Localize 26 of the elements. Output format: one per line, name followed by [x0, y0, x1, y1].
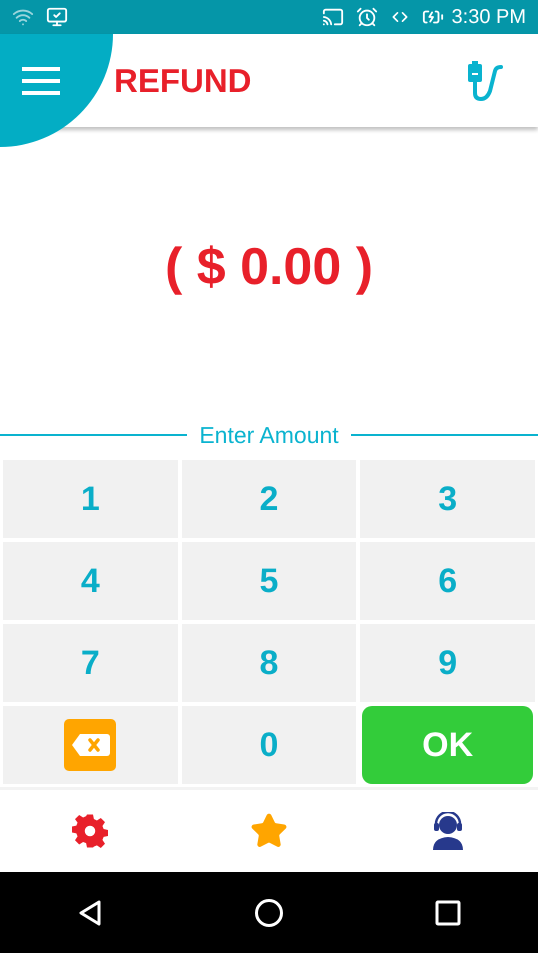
- menu-button[interactable]: [22, 66, 60, 94]
- digit-key[interactable]: 2: [182, 460, 356, 538]
- back-icon[interactable]: [76, 898, 103, 926]
- digit-key[interactable]: 7: [3, 624, 178, 702]
- recents-icon[interactable]: [435, 900, 462, 926]
- digit-key[interactable]: 4: [3, 542, 178, 620]
- star-icon[interactable]: [250, 812, 288, 850]
- digit-key[interactable]: 0: [182, 706, 356, 784]
- digit-key[interactable]: 8: [182, 624, 356, 702]
- amount-display: ( $ 0.00 ): [164, 237, 374, 298]
- enter-amount-label: Enter Amount: [199, 420, 339, 450]
- screen-title: REFUND: [114, 60, 252, 101]
- digit-key[interactable]: 3: [360, 460, 535, 538]
- digit-key[interactable]: 6: [360, 542, 535, 620]
- digit-key[interactable]: 9: [360, 624, 535, 702]
- home-icon[interactable]: [254, 898, 284, 928]
- monitor-check-icon: [46, 6, 68, 28]
- backspace-icon: [64, 719, 116, 771]
- status-time: 3:30 PM: [452, 5, 526, 30]
- cast-icon: [322, 6, 344, 28]
- support-agent-icon[interactable]: [431, 812, 466, 850]
- settings-icon[interactable]: [72, 813, 108, 849]
- ok-button[interactable]: OK: [362, 706, 533, 784]
- digit-key[interactable]: 1: [3, 460, 178, 538]
- digit-key[interactable]: 5: [182, 542, 356, 620]
- alarm-icon: [356, 6, 378, 28]
